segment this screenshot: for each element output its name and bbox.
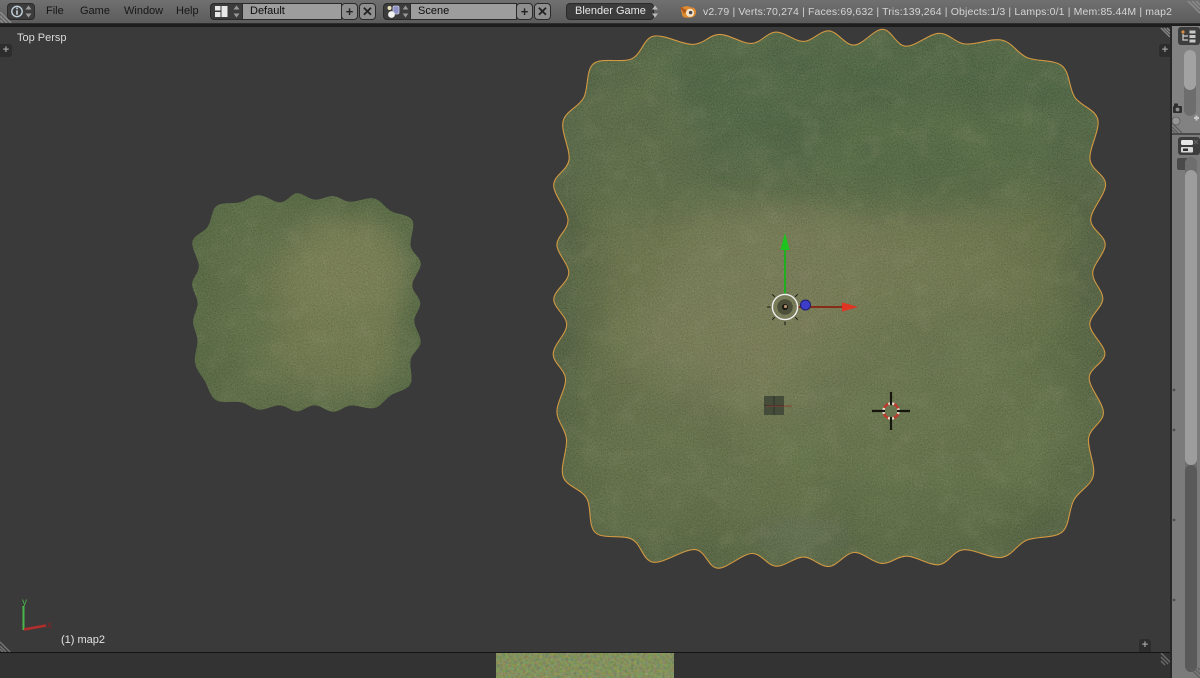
- svg-text:x: x: [47, 620, 52, 631]
- svg-text:y: y: [22, 597, 27, 608]
